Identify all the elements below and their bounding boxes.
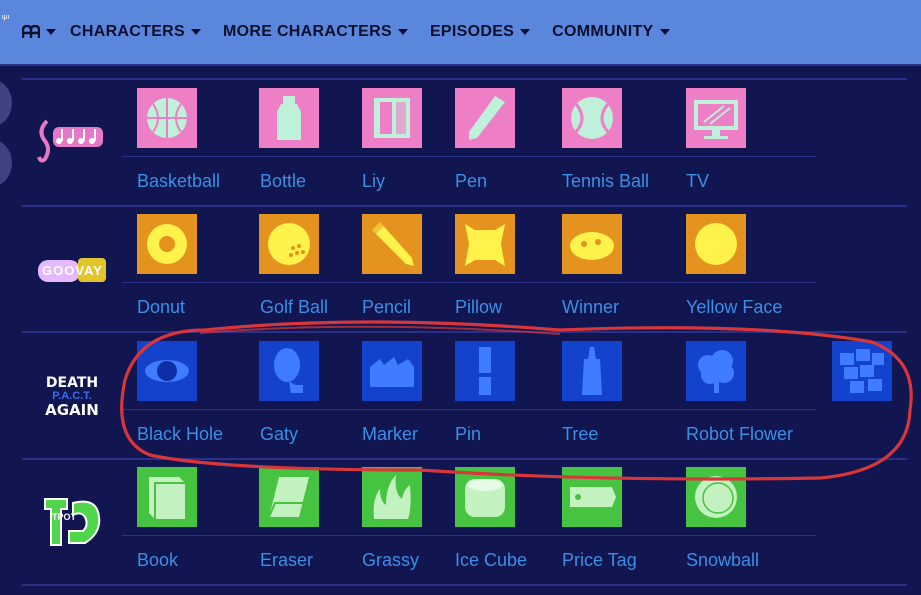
marker-icon[interactable] bbox=[362, 341, 422, 401]
ice-cube-icon[interactable] bbox=[455, 467, 515, 527]
character-label[interactable]: Pin bbox=[455, 424, 481, 445]
gaty-icon[interactable] bbox=[259, 341, 319, 401]
character-label[interactable]: Yellow Face bbox=[686, 297, 782, 318]
logo-line-3: AGAIN bbox=[45, 401, 99, 419]
side-scroll-handle[interactable] bbox=[0, 80, 12, 126]
black-hole-icon[interactable] bbox=[137, 341, 197, 401]
tv-icon[interactable] bbox=[686, 88, 746, 148]
cell-divider bbox=[122, 156, 816, 157]
character-label[interactable]: Ice Cube bbox=[455, 550, 527, 571]
bottle-icon[interactable] bbox=[259, 88, 319, 148]
nav-more-characters-label: MORE CHARACTERS bbox=[223, 23, 392, 40]
nav-episodes-label: EPISODES bbox=[429, 23, 515, 40]
music-logo[interactable] bbox=[34, 112, 108, 168]
nav-divider bbox=[0, 64, 921, 66]
logo-line-1: DEATH bbox=[45, 375, 99, 391]
chevron-down-icon bbox=[46, 29, 56, 35]
wiki-logo-icon bbox=[22, 25, 40, 38]
character-label[interactable]: Pillow bbox=[455, 297, 502, 318]
snowball-icon[interactable] bbox=[686, 467, 746, 527]
row-divider bbox=[22, 584, 907, 586]
nav-community[interactable]: COMMUNITY bbox=[552, 23, 670, 41]
cubes-icon[interactable] bbox=[832, 341, 892, 401]
character-label[interactable]: TV bbox=[686, 171, 709, 192]
tpot-logo[interactable]: TPOT bbox=[38, 490, 106, 552]
character-label[interactable]: Snowball bbox=[686, 550, 759, 571]
character-label[interactable]: Bottle bbox=[260, 171, 306, 192]
goovay-logo[interactable]: GOOVAY bbox=[36, 252, 108, 288]
pen-icon[interactable] bbox=[455, 88, 515, 148]
character-label[interactable]: Pencil bbox=[362, 297, 411, 318]
row-divider bbox=[22, 458, 907, 460]
character-label[interactable]: Gaty bbox=[260, 424, 298, 445]
cell-divider bbox=[122, 409, 816, 410]
character-label[interactable]: Robot Flower bbox=[686, 424, 793, 445]
donut-icon[interactable] bbox=[137, 214, 197, 274]
character-label[interactable]: Eraser bbox=[260, 550, 313, 571]
character-label[interactable]: Donut bbox=[137, 297, 185, 318]
character-label[interactable]: Book bbox=[137, 550, 178, 571]
wiki-menu-button[interactable] bbox=[22, 25, 56, 39]
nav-more-characters[interactable]: MORE CHARACTERS bbox=[223, 23, 408, 41]
chevron-down-icon bbox=[397, 29, 408, 35]
side-scroll-handle[interactable] bbox=[0, 140, 12, 186]
goovay-logo-text: GOOVAY bbox=[42, 263, 103, 278]
nav-characters-label: CHARACTERS bbox=[70, 23, 185, 40]
winner-icon[interactable] bbox=[562, 214, 622, 274]
tree-icon[interactable] bbox=[562, 341, 622, 401]
corner-mark: ιμι bbox=[2, 14, 10, 21]
cell-divider bbox=[122, 282, 816, 283]
character-label[interactable]: Tennis Ball bbox=[562, 171, 649, 192]
price-tag-icon[interactable] bbox=[562, 467, 622, 527]
character-label[interactable]: Tree bbox=[562, 424, 598, 445]
nav-community-label: COMMUNITY bbox=[552, 23, 654, 40]
character-label[interactable]: Pen bbox=[455, 171, 487, 192]
death-pact-again-logo[interactable]: DEATH P.A.C.T. AGAIN bbox=[36, 372, 108, 422]
nav-episodes[interactable]: EPISODES bbox=[429, 23, 531, 41]
music-notes-icon bbox=[37, 119, 103, 163]
golf-ball-icon[interactable] bbox=[259, 214, 319, 274]
character-label[interactable]: Grassy bbox=[362, 550, 419, 571]
character-label[interactable]: Black Hole bbox=[137, 424, 223, 445]
yellow-face-icon[interactable] bbox=[686, 214, 746, 274]
character-label[interactable]: Basketball bbox=[137, 171, 220, 192]
chevron-down-icon bbox=[659, 29, 670, 35]
tpot-logo-text: TPOT bbox=[52, 512, 76, 522]
row-divider bbox=[22, 331, 907, 333]
pillow-icon[interactable] bbox=[455, 214, 515, 274]
robot-flower-icon[interactable] bbox=[686, 341, 746, 401]
basketball-icon[interactable] bbox=[137, 88, 197, 148]
eraser-icon[interactable] bbox=[259, 467, 319, 527]
top-navigation-bar: ιμι CHARACTERS MORE CHARACTERS EPISODES … bbox=[0, 0, 921, 64]
pin-icon[interactable] bbox=[455, 341, 515, 401]
chevron-down-icon bbox=[520, 29, 531, 35]
character-label[interactable]: Price Tag bbox=[562, 550, 637, 571]
book-icon[interactable] bbox=[137, 467, 197, 527]
character-label[interactable]: Winner bbox=[562, 297, 619, 318]
row-divider bbox=[22, 205, 907, 207]
character-label[interactable]: Golf Ball bbox=[260, 297, 328, 318]
chevron-down-icon bbox=[191, 29, 201, 35]
nav-characters[interactable]: CHARACTERS bbox=[70, 23, 201, 41]
cell-divider bbox=[122, 535, 816, 536]
row-divider bbox=[22, 78, 907, 80]
tennis-ball-icon[interactable] bbox=[562, 88, 622, 148]
pencil-icon[interactable] bbox=[362, 214, 422, 274]
grassy-icon[interactable] bbox=[362, 467, 422, 527]
character-label[interactable]: Marker bbox=[362, 424, 418, 445]
book-liy-icon[interactable] bbox=[362, 88, 422, 148]
character-label[interactable]: Liy bbox=[362, 171, 385, 192]
